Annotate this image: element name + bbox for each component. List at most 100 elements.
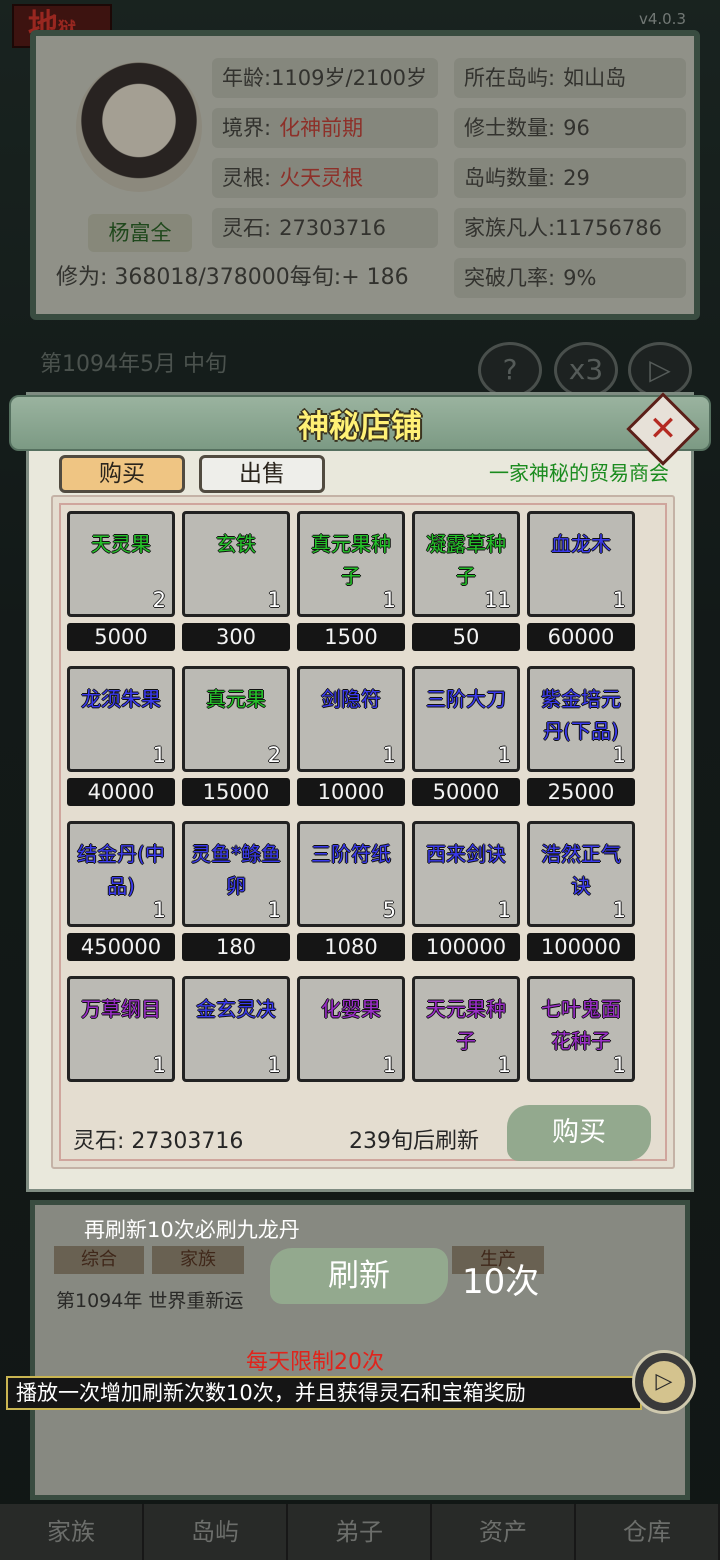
player-name: 杨富全 xyxy=(88,214,192,252)
mortals-stat: 家族凡人:11756786 xyxy=(454,208,686,248)
item-name: 天灵果 xyxy=(91,532,151,556)
shop-item[interactable]: 三阶大刀 1 50000 xyxy=(412,666,520,806)
shop-item[interactable]: 血龙木 1 60000 xyxy=(527,511,635,651)
shop-item[interactable]: 剑隐符 1 10000 xyxy=(297,666,405,806)
root-stat: 灵根: 火天灵根 xyxy=(212,158,438,198)
item-name: 剑隐符 xyxy=(321,687,381,711)
shop-item[interactable]: 真元果 2 15000 xyxy=(182,666,290,806)
shop-item[interactable]: 玄铁 1 300 xyxy=(182,511,290,651)
shop-item[interactable]: 真元果种子 1 1500 xyxy=(297,511,405,651)
item-card[interactable]: 紫金培元丹(下品) 1 xyxy=(527,666,635,772)
nav-assets[interactable]: 资产 xyxy=(432,1504,576,1560)
item-card[interactable]: 龙须朱果 1 xyxy=(67,666,175,772)
shop-item[interactable]: 凝露草种子 11 50 xyxy=(412,511,520,651)
item-name: 七叶鬼面花种子 xyxy=(541,997,621,1053)
item-name: 金玄灵决 xyxy=(196,997,276,1021)
item-name: 血龙木 xyxy=(551,532,611,556)
help-button[interactable]: ? xyxy=(478,342,542,398)
shop-item[interactable]: 化婴果 1 xyxy=(297,976,405,1082)
nav-family[interactable]: 家族 xyxy=(0,1504,144,1560)
shop-item[interactable]: 三阶符纸 5 1080 xyxy=(297,821,405,961)
root-label: 灵根: xyxy=(222,166,272,190)
shop-item[interactable]: 七叶鬼面花种子 1 xyxy=(527,976,635,1082)
tab-sell[interactable]: 出售 xyxy=(199,455,325,493)
item-card[interactable]: 化婴果 1 xyxy=(297,976,405,1082)
video-reward-banner[interactable]: 播放一次增加刷新次数10次，并且获得灵石和宝箱奖励 xyxy=(6,1376,642,1410)
item-card[interactable]: 凝露草种子 11 xyxy=(412,511,520,617)
realm-label: 境界: xyxy=(222,116,272,140)
play-pause-button[interactable]: ▷ xyxy=(628,342,692,398)
shop-item[interactable]: 龙须朱果 1 40000 xyxy=(67,666,175,806)
shop-item[interactable]: 结金丹(中品) 1 450000 xyxy=(67,821,175,961)
buy-button[interactable]: 购买 xyxy=(507,1105,651,1161)
item-price: 1500 xyxy=(297,623,405,651)
item-quantity: 5 xyxy=(382,898,396,922)
bottom-nav: 家族 岛屿 弟子 资产 仓库 xyxy=(0,1504,720,1560)
item-quantity: 1 xyxy=(267,898,281,922)
shop-item[interactable]: 天灵果 2 5000 xyxy=(67,511,175,651)
item-name: 三阶符纸 xyxy=(311,842,391,866)
item-card[interactable]: 真元果种子 1 xyxy=(297,511,405,617)
realm-stat: 境界: 化神前期 xyxy=(212,108,438,148)
item-quantity: 1 xyxy=(267,1053,281,1077)
log-line: 第1094年 世界重新运 xyxy=(56,1290,244,1312)
item-price: 1080 xyxy=(297,933,405,961)
refresh-count: 10次 xyxy=(462,1262,540,1302)
refresh-button[interactable]: 刷新 xyxy=(270,1248,448,1304)
item-price: 100000 xyxy=(412,933,520,961)
item-price: 50000 xyxy=(412,778,520,806)
shop-item[interactable]: 西来剑诀 1 100000 xyxy=(412,821,520,961)
nav-disciples[interactable]: 弟子 xyxy=(288,1504,432,1560)
item-price: 40000 xyxy=(67,778,175,806)
item-card[interactable]: 剑隐符 1 xyxy=(297,666,405,772)
item-quantity: 1 xyxy=(382,743,396,767)
daily-limit: 每天限制20次 xyxy=(246,1350,384,1375)
refresh-timer: 239旬后刷新 xyxy=(349,1129,479,1154)
item-quantity: 1 xyxy=(497,743,511,767)
shop-item[interactable]: 万草纲目 1 xyxy=(67,976,175,1082)
item-quantity: 1 xyxy=(612,1053,626,1077)
player-avatar[interactable] xyxy=(76,62,202,192)
shop-item[interactable]: 灵鱼*鲦鱼卵 1 180 xyxy=(182,821,290,961)
island-label: 所在岛屿: xyxy=(464,66,556,90)
shop-item[interactable]: 金玄灵决 1 xyxy=(182,976,290,1082)
cultivators-value: 96 xyxy=(563,116,590,140)
shop-item[interactable]: 天元果种子 1 xyxy=(412,976,520,1082)
log-tab-general[interactable]: 综合 xyxy=(54,1246,144,1274)
item-card[interactable]: 灵鱼*鲦鱼卵 1 xyxy=(182,821,290,927)
item-card[interactable]: 浩然正气诀 1 xyxy=(527,821,635,927)
item-quantity: 1 xyxy=(612,588,626,612)
islands-stat: 岛屿数量: 29 xyxy=(454,158,686,198)
item-card[interactable]: 三阶大刀 1 xyxy=(412,666,520,772)
item-card[interactable]: 金玄灵决 1 xyxy=(182,976,290,1082)
item-price: 100000 xyxy=(527,933,635,961)
stone-value: 27303716 xyxy=(279,216,386,240)
item-quantity: 1 xyxy=(152,1053,166,1077)
item-card[interactable]: 玄铁 1 xyxy=(182,511,290,617)
item-card[interactable]: 西来剑诀 1 xyxy=(412,821,520,927)
item-card[interactable]: 万草纲目 1 xyxy=(67,976,175,1082)
watch-video-button[interactable]: ▷ xyxy=(632,1350,696,1414)
speed-button[interactable]: x3 xyxy=(554,342,618,398)
nav-warehouse[interactable]: 仓库 xyxy=(576,1504,720,1560)
player-profile-panel: 杨富全 年龄:1109岁/2100岁 境界: 化神前期 灵根: 火天灵根 灵石: 27… xyxy=(30,30,700,320)
item-card[interactable]: 结金丹(中品) 1 xyxy=(67,821,175,927)
breakthrough-stat: 突破几率: 9% xyxy=(454,258,686,298)
islands-value: 29 xyxy=(563,166,590,190)
item-card[interactable]: 天灵果 2 xyxy=(67,511,175,617)
item-card[interactable]: 真元果 2 xyxy=(182,666,290,772)
item-card[interactable]: 七叶鬼面花种子 1 xyxy=(527,976,635,1082)
item-price: 10000 xyxy=(297,778,405,806)
item-quantity: 1 xyxy=(497,1053,511,1077)
shop-item[interactable]: 浩然正气诀 1 100000 xyxy=(527,821,635,961)
close-icon: ✕ xyxy=(648,409,678,449)
nav-islands[interactable]: 岛屿 xyxy=(144,1504,288,1560)
tab-buy[interactable]: 购买 xyxy=(59,455,185,493)
cultivation-stat: 修为: 368018/378000每旬:+ 186 xyxy=(56,265,409,290)
item-card[interactable]: 三阶符纸 5 xyxy=(297,821,405,927)
log-tab-family[interactable]: 家族 xyxy=(152,1246,244,1274)
item-card[interactable]: 血龙木 1 xyxy=(527,511,635,617)
item-card[interactable]: 天元果种子 1 xyxy=(412,976,520,1082)
mystery-shop-dialog: 神秘店铺 ✕ 购买 出售 一家神秘的贸易商会 天灵果 2 5000 玄铁 1 300 真元果… xyxy=(9,392,711,1192)
shop-item[interactable]: 紫金培元丹(下品) 1 25000 xyxy=(527,666,635,806)
